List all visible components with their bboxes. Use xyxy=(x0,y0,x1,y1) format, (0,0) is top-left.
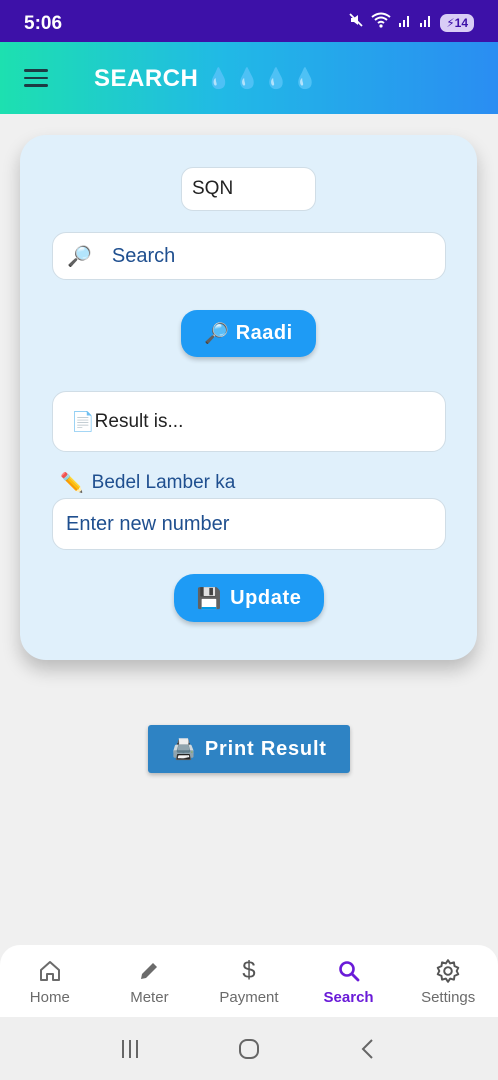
print-result-button[interactable]: 🖨️ Print Result xyxy=(148,725,350,773)
nav-label-payment: Payment xyxy=(219,989,279,1006)
dollar-icon: $ xyxy=(242,957,256,984)
print-result-label: Print Result xyxy=(204,737,327,760)
update-button-label: Update xyxy=(230,586,302,609)
nav-label-meter: Meter xyxy=(130,989,169,1006)
wifi-icon xyxy=(371,12,391,33)
app-bar: SEARCH 💧💧💧💧 xyxy=(0,42,498,114)
home-icon xyxy=(36,957,64,985)
floppy-disk-icon: 💾 xyxy=(196,587,223,610)
prefix-field[interactable]: SQN xyxy=(181,167,316,211)
magnifier-icon: 🔎 xyxy=(204,323,230,345)
result-text: Result is... xyxy=(94,410,184,432)
search-icon xyxy=(335,957,363,985)
back-button[interactable] xyxy=(348,1029,388,1069)
mute-icon xyxy=(348,12,364,33)
signal-icon xyxy=(419,13,433,32)
search-input[interactable]: 🔎 Search xyxy=(52,232,446,280)
search-placeholder: Search xyxy=(111,244,176,267)
gear-icon xyxy=(434,957,462,985)
home-button[interactable] xyxy=(229,1029,269,1069)
recent-apps-button[interactable] xyxy=(110,1029,150,1069)
result-box: 📄 Result is... xyxy=(52,391,446,452)
pencil-icon: ✏️ xyxy=(60,473,84,494)
menu-icon[interactable] xyxy=(24,69,48,87)
status-icons: ⚡14 xyxy=(348,12,474,33)
magnifier-icon: 🔎 xyxy=(67,245,92,268)
signal-icon xyxy=(398,13,412,32)
system-nav-bar xyxy=(0,1017,498,1080)
document-icon: 📄 xyxy=(71,411,95,433)
new-number-input[interactable]: Enter new number xyxy=(52,498,446,550)
nav-label-home: Home xyxy=(29,989,70,1006)
nav-item-payment[interactable]: $ Payment xyxy=(199,945,299,1017)
battery-level: 14 xyxy=(454,15,468,30)
nav-item-meter[interactable]: Meter xyxy=(100,945,200,1017)
raadi-button-label: Raadi xyxy=(235,322,293,344)
search-card: SQN 🔎 Search 🔎 Raadi 📄 Result is... ✏️ B… xyxy=(20,135,477,660)
bottom-nav: Home Meter $ Payment Search Settings xyxy=(0,945,498,1017)
raadi-button[interactable]: 🔎 Raadi xyxy=(181,310,316,357)
nav-item-home[interactable]: Home xyxy=(0,945,100,1017)
nav-label-search: Search xyxy=(323,989,374,1006)
pencil-icon xyxy=(135,957,163,985)
battery-indicator: ⚡14 xyxy=(440,13,474,32)
status-bar: 5:06 ⚡14 xyxy=(0,0,498,42)
status-time: 5:06 xyxy=(24,13,63,34)
nav-item-search[interactable]: Search xyxy=(299,945,399,1017)
update-label-text: Bedel Lamber ka xyxy=(91,472,236,493)
printer-icon: 🖨️ xyxy=(171,738,197,761)
water-drop-decoration: 💧💧💧💧 xyxy=(206,68,322,90)
update-label: ✏️ Bedel Lamber ka xyxy=(60,471,235,495)
new-number-placeholder: Enter new number xyxy=(66,512,230,535)
nav-item-settings[interactable]: Settings xyxy=(398,945,498,1017)
nav-label-settings: Settings xyxy=(421,989,476,1006)
page-title: SEARCH xyxy=(94,65,199,92)
update-button[interactable]: 💾 Update xyxy=(174,574,324,622)
